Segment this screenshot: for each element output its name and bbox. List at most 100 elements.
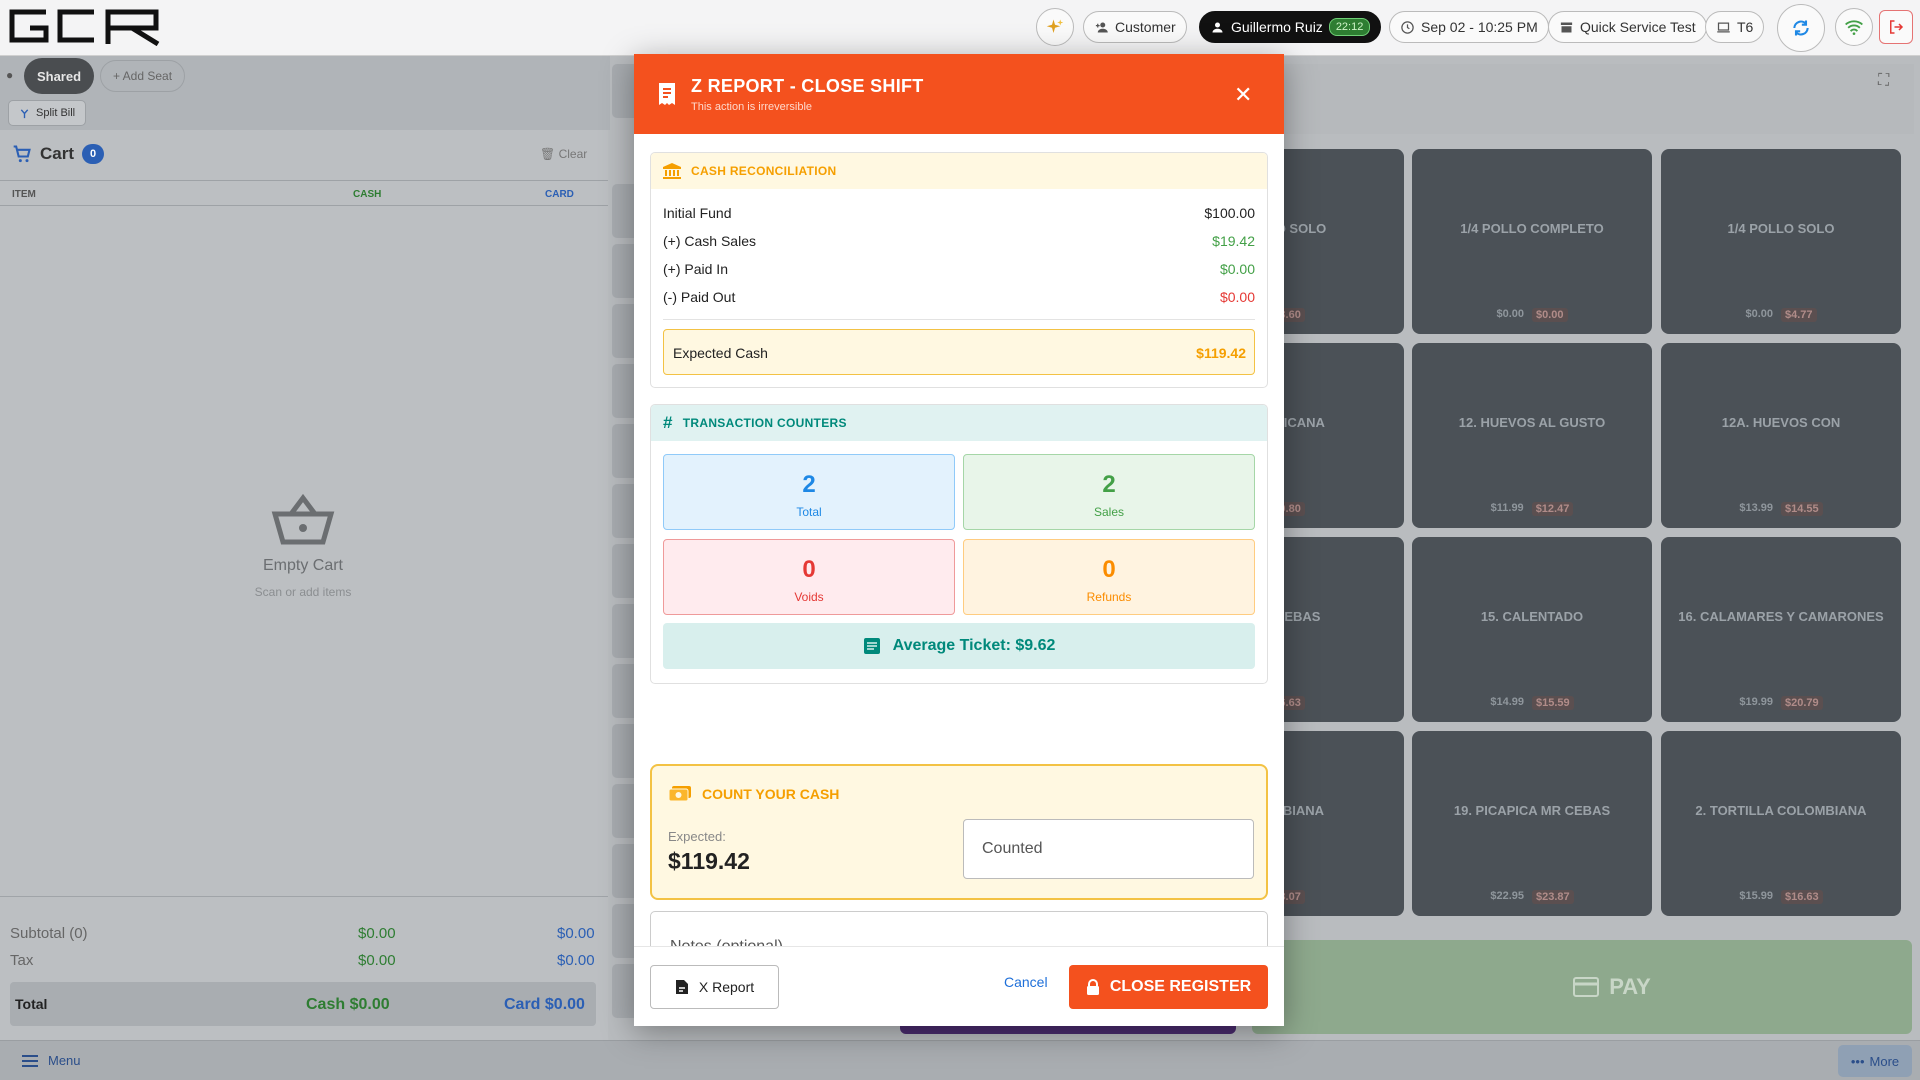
pay-label: PAY bbox=[1609, 974, 1651, 999]
counter-value: 0 bbox=[802, 556, 816, 583]
seat-shared-chip[interactable]: Shared bbox=[24, 58, 94, 94]
store-icon bbox=[1560, 22, 1573, 32]
transaction-counters-card: # TRANSACTION COUNTERS 2 Total 2 Sales 0… bbox=[650, 404, 1268, 684]
row-label: (+) Cash Sales bbox=[663, 233, 756, 249]
product-price-card: $0.00 bbox=[1532, 308, 1568, 322]
store-label: Quick Service Test bbox=[1580, 19, 1696, 35]
initial-fund-row: Initial Fund $100.00 bbox=[663, 205, 1255, 221]
product-tile[interactable]: 1/4 POLLO COMPLETO $0.00 $0.00 bbox=[1412, 149, 1652, 334]
fullscreen-icon[interactable]: ⛶ bbox=[1878, 72, 1889, 90]
add-person-icon bbox=[1095, 22, 1108, 32]
row-label: (-) Paid Out bbox=[663, 289, 736, 305]
wifi-button[interactable] bbox=[1835, 8, 1873, 46]
dialog-title: Z REPORT - CLOSE SHIFT bbox=[691, 76, 924, 96]
close-register-label: CLOSE REGISTER bbox=[1109, 978, 1252, 995]
close-register-button[interactable]: CLOSE REGISTER bbox=[1069, 965, 1268, 1009]
search-strip bbox=[1284, 64, 1914, 134]
product-name: 19. PICAPICA MR CEBAS bbox=[1453, 803, 1611, 818]
dialog-header: Z REPORT - CLOSE SHIFT This action is ir… bbox=[634, 54, 1284, 134]
hash-icon: # bbox=[663, 413, 673, 432]
product-name: 16. CALAMARES Y CAMARONES bbox=[1678, 609, 1884, 624]
close-icon[interactable]: ✕ bbox=[1234, 82, 1252, 108]
more-button[interactable]: ••• More bbox=[1838, 1045, 1912, 1077]
sync-button[interactable] bbox=[1777, 4, 1825, 52]
product-name: 1/4 POLLO COMPLETO bbox=[1460, 221, 1604, 236]
divider bbox=[663, 319, 1255, 320]
count-cash-header: COUNT YOUR CASH bbox=[668, 785, 839, 803]
product-name: 1/4 POLLO SOLO bbox=[1727, 221, 1835, 236]
user-button[interactable]: Guillermo Ruiz 22:12 bbox=[1199, 11, 1382, 43]
menu-label: Menu bbox=[48, 1053, 81, 1068]
ai-sparkle-button[interactable] bbox=[1036, 8, 1074, 46]
counted-cash-input[interactable] bbox=[963, 819, 1254, 879]
counter-label: Voids bbox=[794, 590, 824, 604]
datetime-button[interactable]: Sep 02 - 10:25 PM bbox=[1389, 11, 1549, 43]
pay-button[interactable]: PAY bbox=[1252, 940, 1912, 1034]
bank-icon bbox=[663, 163, 681, 179]
seat-person-icon: ● bbox=[6, 68, 14, 82]
product-tile[interactable]: 12A. HUEVOS CON $13.99 $14.55 bbox=[1661, 343, 1901, 528]
terminal-label: T6 bbox=[1737, 19, 1754, 35]
cart-header: Cart 0 bbox=[12, 144, 105, 164]
row-value: $0.00 bbox=[1219, 261, 1255, 277]
total-card: Card $0.00 bbox=[504, 996, 585, 1013]
col-cash: CASH bbox=[353, 189, 382, 200]
product-tile[interactable]: 12. HUEVOS AL GUSTO $11.99 $12.47 bbox=[1412, 343, 1652, 528]
subtotal-label: Subtotal (0) bbox=[10, 925, 88, 942]
expected-cash-value: $119.42 bbox=[1196, 345, 1246, 361]
dialog-body: CASH RECONCILIATION Initial Fund $100.00… bbox=[634, 134, 1284, 983]
shift-timer: 22:12 bbox=[1328, 18, 1371, 36]
logout-icon bbox=[1890, 20, 1904, 34]
empty-cart-title: Empty Cart bbox=[262, 557, 343, 574]
top-bar: Customer Guillermo Ruiz 22:12 Sep 02 - 1… bbox=[0, 0, 1920, 56]
product-price-card: $15.59 bbox=[1532, 696, 1574, 710]
count-cash-heading: COUNT YOUR CASH bbox=[702, 786, 840, 802]
row-value: $19.42 bbox=[1212, 233, 1255, 249]
split-bill-label: Split Bill bbox=[36, 107, 76, 119]
product-price-cash: $15.99 bbox=[1739, 890, 1773, 902]
average-ticket: Average Ticket: $9.62 bbox=[663, 623, 1255, 669]
credit-card-icon bbox=[1573, 977, 1600, 997]
row-value: $100.00 bbox=[1204, 205, 1255, 221]
store-button[interactable]: Quick Service Test bbox=[1548, 11, 1707, 43]
paid-out-row: (-) Paid Out $0.00 bbox=[663, 289, 1255, 305]
product-name: 12A. HUEVOS CON bbox=[1721, 415, 1841, 430]
counter-label: Total bbox=[796, 505, 822, 519]
cart-icon bbox=[13, 145, 31, 163]
product-tile[interactable]: 16. CALAMARES Y CAMARONES $19.99 $20.79 bbox=[1661, 537, 1901, 722]
product-price-card: $14.55 bbox=[1781, 502, 1823, 516]
product-tile[interactable]: 19. PICAPICA MR CEBAS $22.95 $23.87 bbox=[1412, 731, 1652, 916]
laptop-icon bbox=[1717, 22, 1730, 32]
tax-cash: $0.00 bbox=[358, 952, 396, 969]
customer-button[interactable]: Customer bbox=[1083, 11, 1187, 43]
menu-button[interactable]: Menu bbox=[22, 1053, 81, 1068]
product-price-cash: $13.99 bbox=[1739, 502, 1773, 514]
product-tile[interactable]: 2. TORTILLA COLOMBIANA $15.99 $16.63 bbox=[1661, 731, 1901, 916]
empty-cart-state: Empty Cart Scan or add items bbox=[200, 490, 406, 599]
more-label: More bbox=[1869, 1053, 1900, 1069]
average-ticket-label: Average Ticket: $9.62 bbox=[892, 637, 1056, 654]
clear-cart-button[interactable]: 🗑 Clear bbox=[540, 147, 587, 161]
product-tile[interactable]: 15. CALENTADO $14.99 $15.59 bbox=[1412, 537, 1652, 722]
cash-icon bbox=[668, 786, 691, 802]
product-price-cash: $14.99 bbox=[1490, 696, 1524, 708]
wifi-icon bbox=[1845, 20, 1863, 35]
product-tile[interactable]: 1/4 POLLO SOLO $0.00 $4.77 bbox=[1661, 149, 1901, 334]
row-label: (+) Paid In bbox=[663, 261, 728, 277]
total-cash: Cash $0.00 bbox=[306, 996, 390, 1013]
cancel-button[interactable]: Cancel bbox=[1004, 974, 1048, 990]
split-bill-button[interactable]: Split Bill bbox=[8, 100, 87, 126]
x-report-button[interactable]: X Report bbox=[650, 965, 779, 1009]
add-seat-button[interactable]: + Add Seat bbox=[100, 60, 186, 92]
reconciliation-header: CASH RECONCILIATION bbox=[651, 153, 1267, 189]
cart-count-badge: 0 bbox=[82, 144, 105, 164]
lock-icon bbox=[1086, 979, 1099, 995]
product-price-cash: $19.99 bbox=[1739, 696, 1773, 708]
document-icon bbox=[675, 980, 688, 994]
tax-card: $0.00 bbox=[557, 952, 595, 969]
count-expected-label: Expected: bbox=[668, 829, 726, 844]
terminal-button[interactable]: T6 bbox=[1705, 11, 1765, 43]
logout-button[interactable] bbox=[1879, 10, 1913, 44]
product-price-card: $16.63 bbox=[1781, 890, 1823, 904]
counter-value: 2 bbox=[802, 471, 816, 498]
